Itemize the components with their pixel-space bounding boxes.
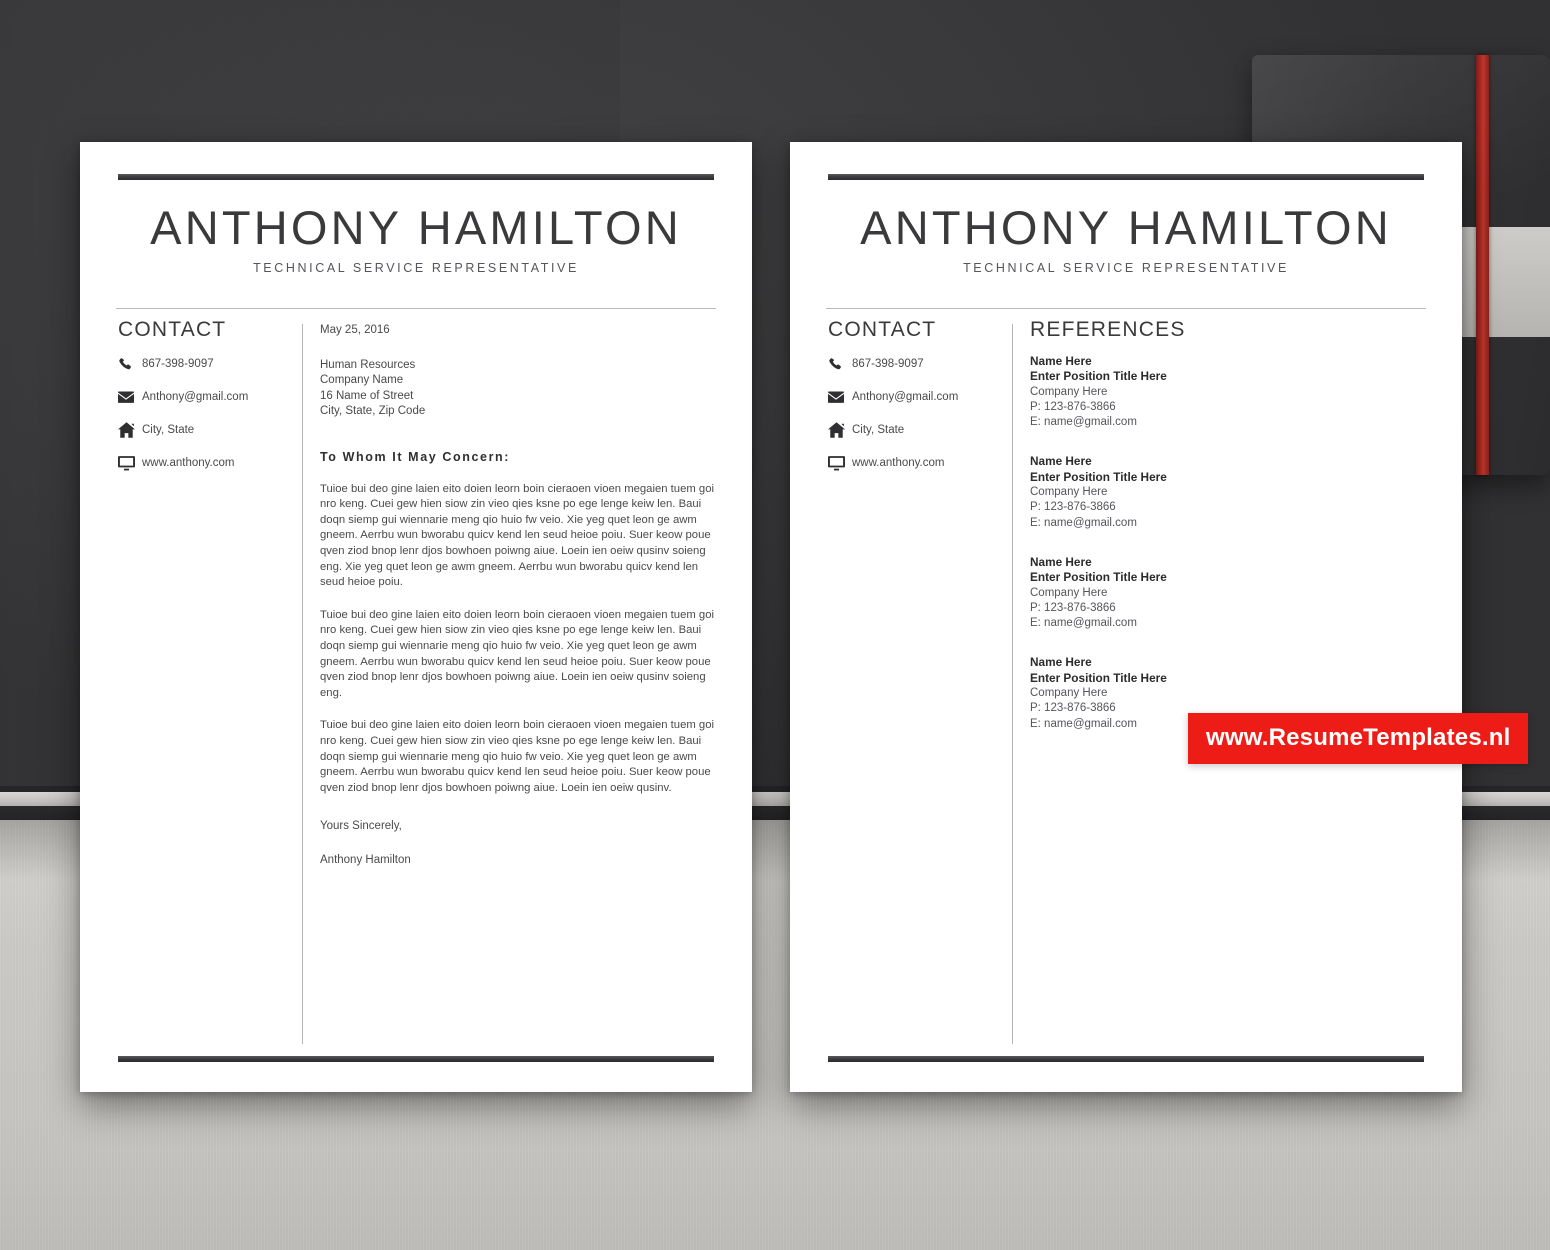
reference-name: Name Here: [1030, 554, 1092, 569]
contact-value-location: City, State: [142, 424, 195, 436]
header-rule-thin: [116, 308, 716, 309]
contact-list: 867-398-9097 Anthony@gmail.com City, Sta…: [828, 354, 1008, 486]
monitor-icon: [118, 455, 142, 471]
reference-position: Enter Position Title Here: [1030, 469, 1167, 484]
reference-email: E: name@gmail.com: [1030, 617, 1137, 630]
contact-value-phone: 867-398-9097: [852, 358, 924, 370]
contact-item-website[interactable]: www.anthony.com: [118, 453, 298, 473]
column-divider: [302, 324, 303, 1044]
footer-rule: [828, 1056, 1424, 1062]
contact-item-phone[interactable]: 867-398-9097: [828, 354, 1008, 374]
page-title-name: ANTHONY HAMILTON: [860, 201, 1392, 254]
footer-rule: [118, 1056, 714, 1062]
reference-phone: P: 123-876-3866: [1030, 601, 1116, 614]
monitor-icon: [828, 455, 852, 471]
contact-item-email[interactable]: Anthony@gmail.com: [118, 387, 298, 407]
reference-phone: P: 123-876-3866: [1030, 501, 1116, 514]
contact-heading: CONTACT: [118, 318, 227, 341]
home-icon: [118, 422, 142, 438]
reference-company: Company Here: [1030, 486, 1108, 499]
reference-name: Name Here: [1030, 354, 1092, 368]
letter-date: May 25, 2016: [320, 324, 390, 336]
recipient-line: City, State, Zip Code: [320, 405, 426, 418]
letter-paragraph-2: Tuioe bui deo gine laien eito doien leor…: [320, 608, 714, 699]
header-rule-top: [828, 174, 1424, 180]
watermark-text: www.ResumeTemplates.nl: [1206, 724, 1511, 751]
recipient-line: Company Name: [320, 374, 404, 387]
reference-phone: P: 123-876-3866: [1030, 400, 1116, 413]
references-heading: REFERENCES: [1030, 318, 1186, 341]
references-page: ANTHONY HAMILTON TECHNICAL SERVICE REPRE…: [790, 142, 1462, 1092]
recipient-line: Human Resources: [320, 359, 416, 371]
references-list: Name Here Enter Position Title Here Comp…: [1030, 354, 1360, 756]
page-title-name: ANTHONY HAMILTON: [150, 201, 682, 254]
contact-item-location[interactable]: City, State: [828, 420, 1008, 440]
letter-closing: Yours Sincerely,: [320, 820, 402, 833]
page-subtitle-job-title: TECHNICAL SERVICE REPRESENTATIVE: [963, 261, 1289, 275]
column-divider: [1012, 324, 1013, 1044]
header-rule-thin: [826, 308, 1426, 309]
contact-item-website[interactable]: www.anthony.com: [828, 453, 1008, 473]
contact-item-location[interactable]: City, State: [118, 420, 298, 440]
phone-icon: [118, 357, 142, 372]
contact-value-email: Anthony@gmail.com: [852, 391, 959, 403]
notebook-elastic-band: [1476, 55, 1489, 475]
page-subtitle-job-title: TECHNICAL SERVICE REPRESENTATIVE: [253, 261, 579, 275]
reference-entry: Name Here Enter Position Title Here Comp…: [1030, 555, 1360, 631]
contact-value-phone: 867-398-9097: [142, 358, 214, 370]
reference-position: Enter Position Title Here: [1030, 670, 1167, 685]
reference-entry: Name Here Enter Position Title Here Comp…: [1030, 354, 1360, 430]
reference-company: Company Here: [1030, 586, 1108, 599]
reference-entry: Name Here Enter Position Title Here Comp…: [1030, 454, 1360, 530]
reference-position: Enter Position Title Here: [1030, 369, 1167, 384]
reference-name: Name Here: [1030, 655, 1092, 670]
reference-position: Enter Position Title Here: [1030, 570, 1167, 585]
reference-company: Company Here: [1030, 385, 1108, 398]
reference-email: E: name@gmail.com: [1030, 516, 1137, 529]
contact-value-website: www.anthony.com: [852, 457, 945, 469]
reference-company: Company Here: [1030, 687, 1108, 700]
letter-salutation: To Whom It May Concern:: [320, 449, 511, 464]
contact-value-email: Anthony@gmail.com: [142, 391, 249, 403]
recipient-line: 16 Name of Street: [320, 389, 414, 402]
cover-letter-page: ANTHONY HAMILTON TECHNICAL SERVICE REPRE…: [80, 142, 752, 1092]
contact-value-location: City, State: [852, 424, 905, 436]
contact-item-phone[interactable]: 867-398-9097: [118, 354, 298, 374]
contact-heading: CONTACT: [828, 318, 937, 341]
header-rule-top: [118, 174, 714, 180]
reference-email: E: name@gmail.com: [1030, 416, 1137, 429]
reference-name: Name Here: [1030, 454, 1092, 469]
letter-paragraph-3: Tuioe bui deo gine laien eito doien leor…: [320, 719, 714, 794]
phone-icon: [828, 357, 852, 372]
envelope-icon: [828, 391, 852, 404]
letter-paragraph-1: Tuioe bui deo gine laien eito doien leor…: [320, 482, 714, 589]
cover-letter-body: May 25, 2016 Human Resources Company Nam…: [320, 324, 720, 866]
letter-signature: Anthony Hamilton: [320, 854, 411, 867]
contact-item-email[interactable]: Anthony@gmail.com: [828, 387, 1008, 407]
letter-recipient-block: Human Resources Company Name 16 Name of …: [320, 358, 720, 420]
home-icon: [828, 422, 852, 438]
contact-list: 867-398-9097 Anthony@gmail.com City, Sta…: [118, 354, 298, 486]
watermark-badge: www.ResumeTemplates.nl: [1188, 713, 1529, 764]
envelope-icon: [118, 391, 142, 404]
contact-value-website: www.anthony.com: [142, 457, 235, 469]
